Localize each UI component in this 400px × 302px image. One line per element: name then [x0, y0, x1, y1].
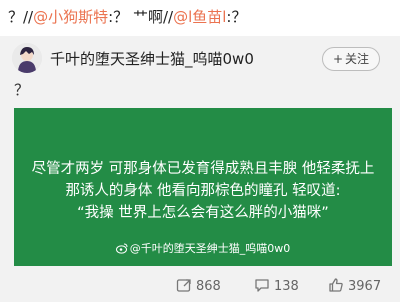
repost-count: 868: [196, 279, 221, 294]
plus-icon: +: [332, 52, 344, 66]
weibo-logo-icon: [115, 243, 128, 254]
action-bar: 868 138 3967: [0, 274, 400, 298]
image-text-line-3: “我操 世界上怎么会有这么胖的小猫咪”: [77, 205, 329, 221]
post-text: ？: [14, 81, 30, 99]
post-header: 千叶的堕天圣绅士猫_呜喵0w0 + 关注: [8, 42, 392, 76]
comment-count: 138: [274, 279, 299, 294]
follow-button[interactable]: + 关注: [322, 47, 380, 71]
avatar[interactable]: [12, 43, 42, 73]
image-text: 尽管才两岁 可那身体已发育得成熟且丰腴 他轻柔抚上 那诱人的身体 他看向那棕色的…: [14, 158, 392, 224]
image-text-line-2: 那诱人的身体 他看向那棕色的瞳孔 轻叹道:: [65, 183, 341, 199]
avatar-image: [12, 43, 42, 73]
follow-label: 关注: [345, 52, 370, 66]
repost-middle: :？ 艹啊//: [108, 8, 174, 26]
repost-chain: ？//@小狗斯特:？ 艹啊//@l鱼苗l:？: [8, 6, 392, 28]
comment-icon: [255, 279, 269, 292]
comment-button[interactable]: 138: [254, 277, 299, 297]
mention-link-2[interactable]: @l鱼苗l: [173, 8, 226, 26]
post-image[interactable]: 尽管才两岁 可那身体已发育得成熟且丰腴 他轻柔抚上 那诱人的身体 他看向那棕色的…: [14, 108, 392, 266]
like-count: 3967: [348, 279, 382, 294]
image-watermark: @千叶的堕天圣绅士猫_呜喵0w0: [14, 240, 392, 256]
repost-prefix: ？//: [8, 8, 34, 26]
watermark-text: @千叶的堕天圣绅士猫_呜喵0w0: [129, 242, 291, 255]
repost-button[interactable]: 868: [176, 277, 221, 297]
image-text-line-1: 尽管才两岁 可那身体已发育得成熟且丰腴 他轻柔抚上: [31, 161, 375, 177]
username[interactable]: 千叶的堕天圣绅士猫_呜喵0w0: [50, 49, 254, 69]
repost-icon: [176, 279, 191, 292]
repost-suffix: :？: [226, 8, 247, 26]
like-icon: [329, 278, 343, 292]
mention-link-1[interactable]: @小狗斯特: [33, 8, 108, 26]
like-button[interactable]: 3967: [328, 277, 381, 297]
